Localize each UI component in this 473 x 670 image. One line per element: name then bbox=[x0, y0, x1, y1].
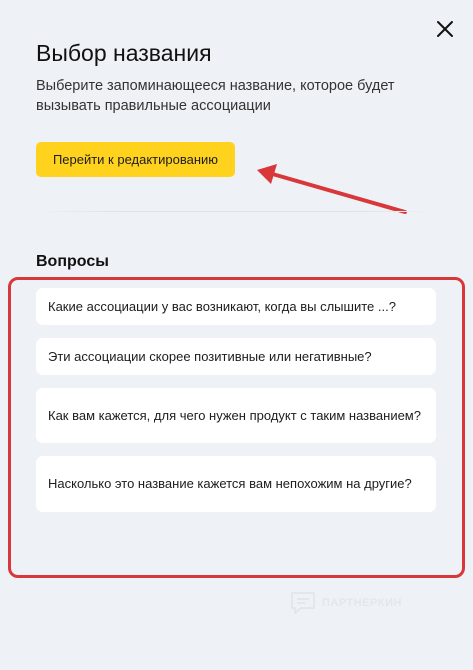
questions-title: Вопросы bbox=[36, 253, 109, 270]
page-title: Выбор названия bbox=[36, 40, 212, 66]
question-card[interactable]: Какие ассоциации у вас возникают, когда … bbox=[36, 288, 436, 325]
close-button[interactable] bbox=[433, 17, 457, 41]
watermark-text: ПАРТНЕРКИН bbox=[322, 597, 402, 609]
naming-panel: Выбор названия Выберите запоминающееся н… bbox=[0, 0, 473, 670]
question-card[interactable]: Насколько это название кажется вам непох… bbox=[36, 456, 436, 512]
close-icon bbox=[437, 21, 453, 37]
question-card[interactable]: Как вам кажется, для чего нужен продукт … bbox=[36, 388, 436, 443]
question-card[interactable]: Эти ассоциации скорее позитивные или нег… bbox=[36, 338, 436, 375]
go-to-editing-button[interactable]: Перейти к редактированию bbox=[36, 142, 235, 177]
watermark: ПАРТНЕРКИН bbox=[290, 590, 402, 616]
divider bbox=[36, 211, 436, 212]
page-subtitle: Выберите запоминающееся название, которо… bbox=[36, 78, 395, 114]
chat-bubble-icon bbox=[291, 592, 315, 614]
